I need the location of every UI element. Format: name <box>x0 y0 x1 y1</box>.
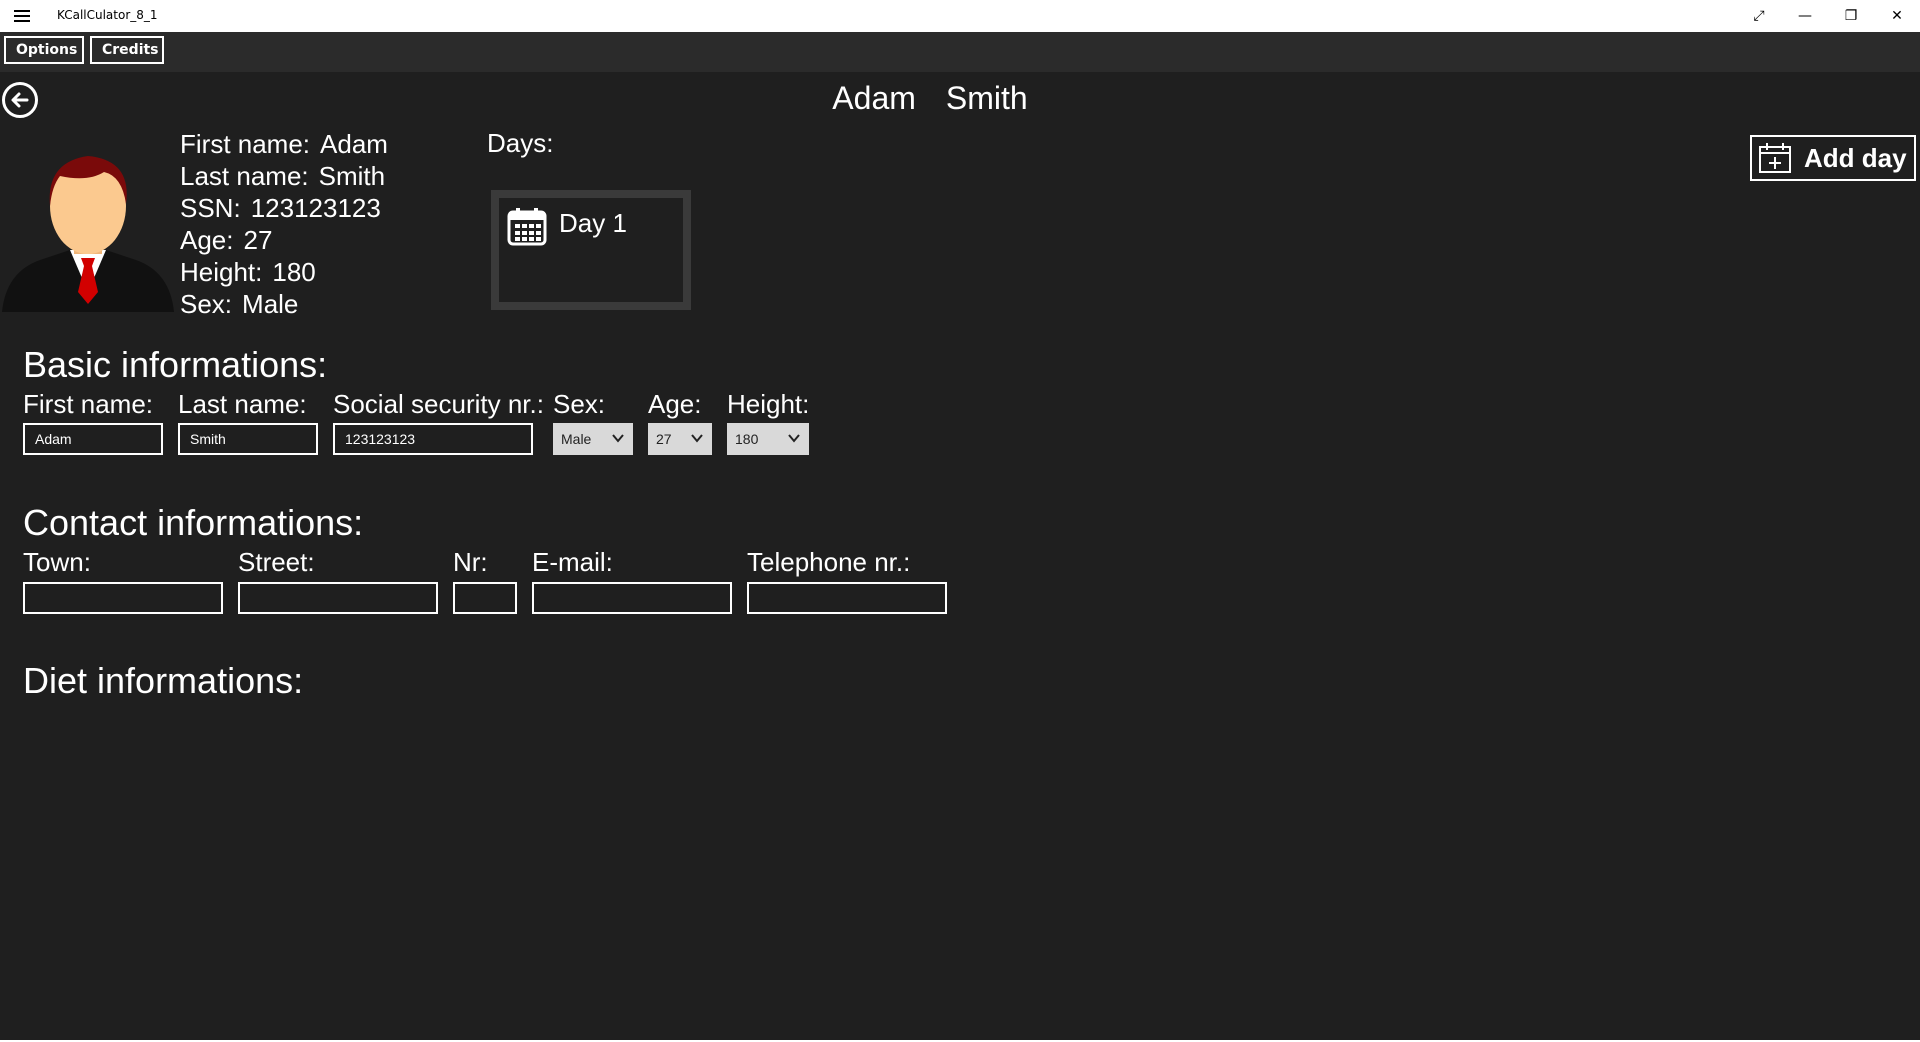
nr-input[interactable] <box>453 582 517 614</box>
businessman-avatar-icon <box>2 156 174 312</box>
close-button[interactable]: ✕ <box>1874 0 1920 32</box>
chevron-down-icon <box>691 434 703 443</box>
hamburger-menu-icon[interactable] <box>14 7 30 23</box>
sex-label: Sex: <box>180 289 233 319</box>
height-label: Height: <box>180 257 263 287</box>
add-day-label: Add day <box>1804 142 1907 173</box>
top-toolbar: Options Credits <box>0 32 1920 72</box>
add-day-button[interactable]: Add day <box>1750 135 1916 181</box>
restore-button[interactable]: ❐ <box>1828 0 1874 32</box>
last-name-label: Last name: <box>180 161 309 191</box>
height-select[interactable]: 180 <box>727 423 809 455</box>
options-button[interactable]: Options <box>4 36 84 64</box>
first-name-label: First name: <box>180 129 311 159</box>
title-first-name: Adam <box>832 80 916 116</box>
ssn-input[interactable]: 123123123 <box>333 423 533 455</box>
nr-field-label: Nr: <box>453 547 488 577</box>
height-select-value: 180 <box>735 431 759 447</box>
diet-info-heading: Diet informations: <box>23 660 304 701</box>
title-bar: KCallCulator_8_1 ⤢ — ❐ ✕ <box>0 0 1920 32</box>
chevron-down-icon <box>612 434 624 443</box>
last-name-field-label: Last name: <box>178 389 307 419</box>
sex-value: Male <box>242 289 299 319</box>
main-content: Adam Smith First name: Adam Last name: Smit… <box>0 72 1920 1040</box>
calendar-add-icon <box>1759 143 1791 173</box>
town-input[interactable] <box>23 582 223 614</box>
street-input[interactable] <box>238 582 438 614</box>
sex-field-label: Sex: <box>553 389 606 419</box>
first-name-input[interactable]: Adam <box>23 423 163 455</box>
sex-select-value: Male <box>561 431 592 447</box>
phone-input[interactable] <box>747 582 947 614</box>
age-label: Age: <box>180 225 234 255</box>
day-card-label: Day 1 <box>559 208 627 238</box>
ssn-value: 123123123 <box>250 193 381 223</box>
chevron-down-icon <box>788 434 800 443</box>
first-name-value: Adam <box>320 129 388 159</box>
minimize-button[interactable]: — <box>1782 0 1828 32</box>
age-select-value: 27 <box>656 431 672 447</box>
ssn-label: SSN: <box>180 193 241 223</box>
title-last-name: Smith <box>945 80 1028 116</box>
day-card[interactable]: Day 1 <box>491 190 691 310</box>
street-field-label: Street: <box>238 547 315 577</box>
page-title: Adam Smith <box>0 80 1860 117</box>
age-select[interactable]: 27 <box>648 423 712 455</box>
contact-info-heading: Contact informations: <box>23 502 364 543</box>
app-title: KCallCulator_8_1 <box>57 8 158 22</box>
last-name-value: Smith <box>318 161 386 191</box>
first-name-field-label: First name: <box>23 389 154 419</box>
ssn-field-label: Social security nr.: <box>333 389 544 419</box>
last-name-input[interactable]: Smith <box>178 423 318 455</box>
basic-info-heading: Basic informations: <box>23 344 328 385</box>
age-value: 27 <box>243 225 273 255</box>
town-field-label: Town: <box>23 547 91 577</box>
age-field-label: Age: <box>648 389 702 419</box>
days-label: Days: <box>487 128 554 158</box>
height-value: 180 <box>272 257 316 287</box>
credits-button[interactable]: Credits <box>90 36 164 64</box>
email-input[interactable] <box>532 582 732 614</box>
email-field-label: E-mail: <box>532 547 613 577</box>
calendar-icon <box>507 208 547 246</box>
fullscreen-button[interactable]: ⤢ <box>1736 0 1782 32</box>
sex-select[interactable]: Male <box>553 423 633 455</box>
height-field-label: Height: <box>727 389 810 419</box>
phone-field-label: Telephone nr.: <box>747 547 911 577</box>
profile-summary: First name: Adam Last name: Smith SSN: 1231… <box>180 128 388 320</box>
